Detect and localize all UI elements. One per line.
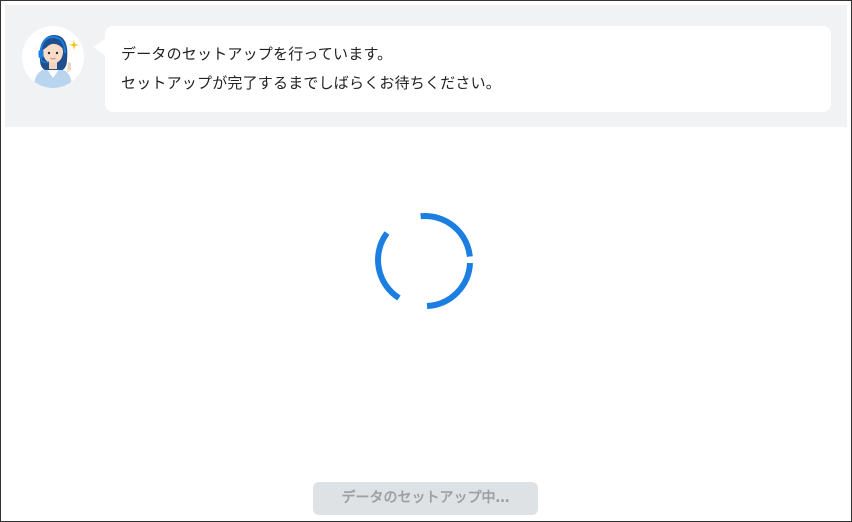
message-panel: データのセットアップを行っています。 セットアップが完了するまでしばらくお待ちく… (5, 5, 847, 127)
support-agent-avatar (22, 26, 84, 88)
spinner-icon (375, 212, 473, 309)
setup-window: データのセットアップを行っています。 セットアップが完了するまでしばらくお待ちく… (0, 0, 852, 522)
speech-bubble: データのセットアップを行っています。 セットアップが完了するまでしばらくお待ちく… (105, 26, 831, 112)
message-line-2: セットアップが完了するまでしばらくお待ちください。 (121, 74, 502, 92)
support-agent-icon (22, 26, 84, 88)
message-line-1: データのセットアップを行っています。 (121, 45, 393, 63)
loading-spinner (375, 211, 475, 311)
setup-status-button[interactable]: データのセットアップ中… (313, 482, 538, 515)
